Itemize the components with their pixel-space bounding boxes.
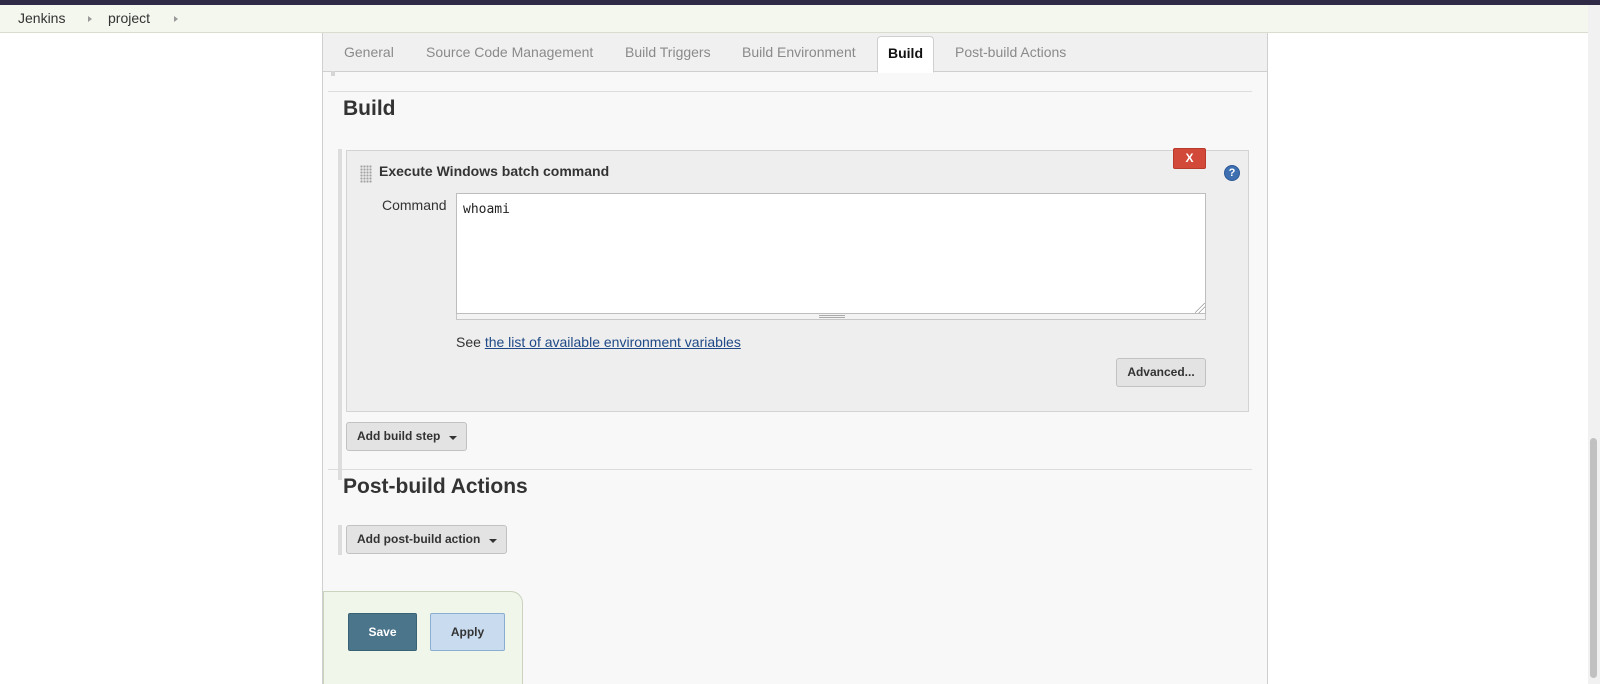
textarea-expand-handle[interactable]	[456, 314, 1206, 320]
build-steps-bar	[338, 149, 342, 480]
drag-handle-icon[interactable]	[360, 165, 372, 183]
scrollbar-thumb[interactable]	[1590, 438, 1597, 678]
command-textarea[interactable]: whoami	[456, 193, 1206, 314]
form-actions-bar: Save Apply	[323, 591, 523, 684]
build-step-title: Execute Windows batch command	[379, 163, 610, 179]
breadcrumb-item-jenkins[interactable]: Jenkins	[18, 10, 65, 26]
breadcrumb-item-project[interactable]: project	[108, 10, 150, 26]
build-step-windows-batch: Execute Windows batch command X ? Comman…	[346, 148, 1249, 412]
command-label: Command	[382, 197, 447, 213]
section-marker	[331, 71, 335, 76]
env-vars-link[interactable]: the list of available environment variab…	[485, 334, 741, 350]
add-post-build-action-label: Add post-build action	[357, 532, 481, 546]
add-build-step-button[interactable]: Add build step	[346, 422, 468, 451]
tab-build-environment[interactable]: Build Environment	[742, 44, 856, 60]
tab-build-triggers[interactable]: Build Triggers	[625, 44, 711, 60]
help-icon[interactable]: ?	[1224, 165, 1240, 181]
apply-button[interactable]: Apply	[430, 613, 505, 651]
divider	[328, 469, 1252, 470]
breadcrumb: Jenkins project	[0, 5, 1588, 33]
env-vars-prefix: See	[456, 334, 485, 350]
post-build-section-title: Post-build Actions	[343, 475, 528, 498]
config-panel: General Source Code Management Build Tri…	[322, 33, 1268, 684]
tab-post-build-actions[interactable]: Post-build Actions	[955, 44, 1066, 60]
delete-step-button[interactable]: X	[1173, 148, 1206, 169]
textarea-resize-icon[interactable]	[1195, 303, 1205, 313]
add-post-build-action-button[interactable]: Add post-build action	[346, 525, 508, 554]
chevron-down-icon	[489, 539, 498, 543]
post-build-bar	[338, 525, 342, 555]
chevron-right-icon[interactable]	[174, 16, 178, 22]
tab-general[interactable]: General	[344, 44, 394, 60]
add-build-step-label: Add build step	[357, 429, 441, 443]
tab-build[interactable]: Build	[877, 36, 934, 73]
chevron-down-icon	[449, 436, 458, 440]
build-section-title: Build	[343, 97, 396, 120]
config-tabs: General Source Code Management Build Tri…	[323, 33, 1267, 73]
advanced-button[interactable]: Advanced...	[1116, 358, 1206, 387]
env-vars-hint: See the list of available environment va…	[456, 334, 741, 350]
chevron-right-icon[interactable]	[88, 16, 92, 22]
save-button[interactable]: Save	[348, 613, 417, 651]
divider	[328, 91, 1252, 92]
page-scrollbar[interactable]	[1588, 5, 1600, 684]
tab-source-code-management[interactable]: Source Code Management	[426, 44, 593, 60]
